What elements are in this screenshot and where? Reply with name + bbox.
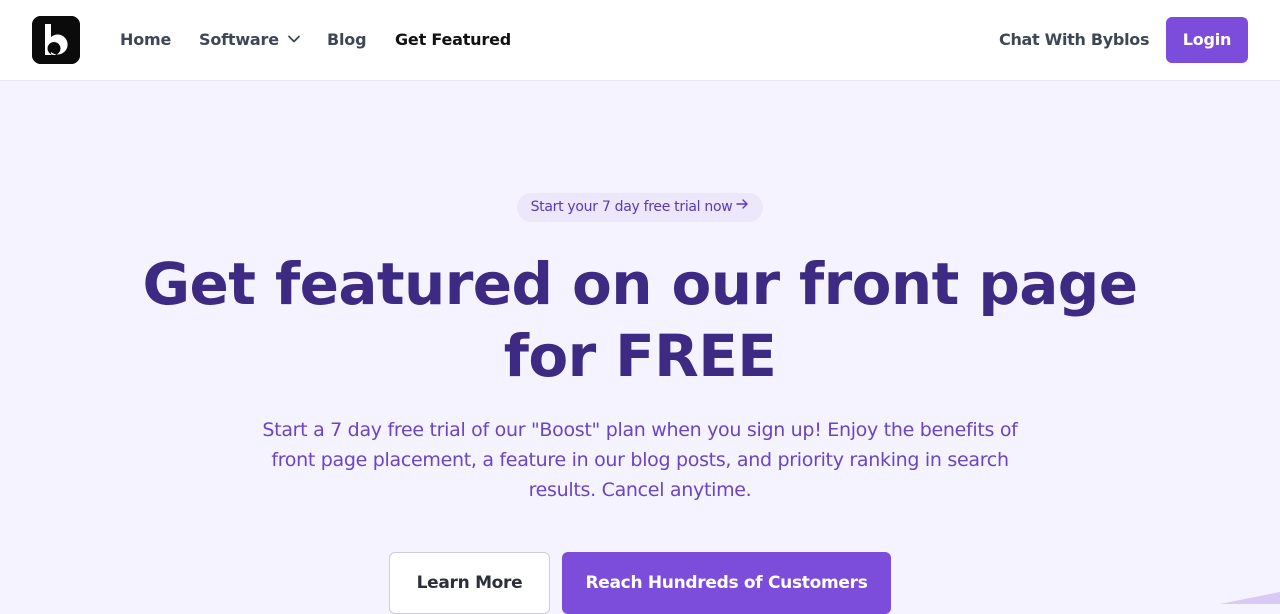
hero-title: Get featured on our front page for FREE <box>140 248 1140 392</box>
nav-software[interactable]: Software <box>199 29 301 51</box>
login-button[interactable]: Login <box>1166 17 1248 63</box>
hero-title-line-2: for FREE <box>503 322 777 390</box>
hero-title-line-1: Get featured on our front page <box>142 250 1139 318</box>
nav-blog[interactable]: Blog <box>327 29 367 51</box>
nav-home-label: Home <box>120 30 172 49</box>
chat-with-byblos-link[interactable]: Chat With Byblos <box>999 29 1149 51</box>
chevron-down-icon <box>287 28 301 50</box>
free-trial-pill-label: Start your 7 day free trial now <box>530 199 733 215</box>
nav-get-featured[interactable]: Get Featured <box>395 29 511 51</box>
free-trial-pill[interactable]: Start your 7 day free trial now <box>517 193 763 222</box>
reach-customers-button[interactable]: Reach Hundreds of Customers <box>562 552 891 614</box>
nav-blog-label: Blog <box>327 30 367 49</box>
arrow-right-icon <box>736 192 749 221</box>
decorative-corner-shape <box>1220 592 1280 604</box>
learn-more-button[interactable]: Learn More <box>389 552 550 614</box>
nav-home[interactable]: Home <box>120 29 171 51</box>
nav-software-label: Software <box>199 30 279 49</box>
site-header: Home Software Blog Get Featured Chat Wit… <box>0 0 1280 81</box>
hero-subtitle: Start a 7 day free trial of our "Boost" … <box>262 419 1018 501</box>
logo-icon[interactable] <box>32 16 80 64</box>
nav-get-featured-label: Get Featured <box>395 30 511 49</box>
